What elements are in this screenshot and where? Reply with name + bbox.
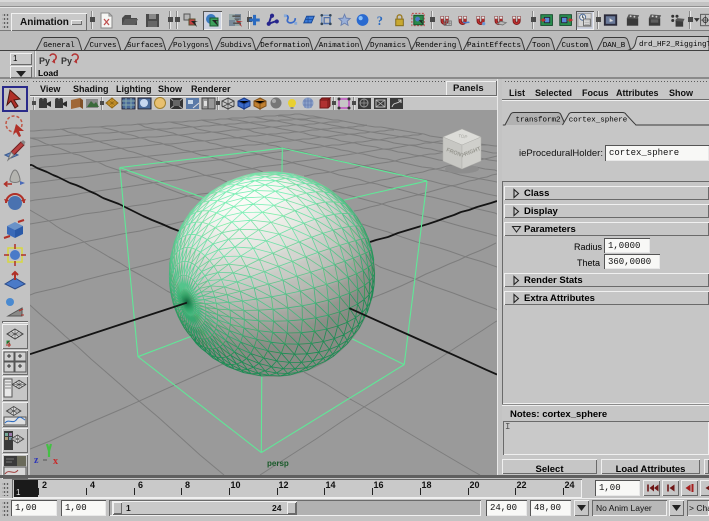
svg-text:Deformation: Deformation <box>260 42 310 50</box>
svg-text:Py: Py <box>39 56 50 66</box>
svg-text:Polygons: Polygons <box>173 42 209 50</box>
svg-text:x: x <box>53 456 58 466</box>
svg-text:cortex_sphere: cortex_sphere <box>569 117 628 125</box>
svg-text:DAN_B: DAN_B <box>603 42 626 50</box>
svg-text:Animation: Animation <box>319 42 360 50</box>
svg-text:transform2: transform2 <box>515 117 560 125</box>
svg-text:Py: Py <box>61 56 72 66</box>
svg-text:Subdivs: Subdivs <box>220 42 252 50</box>
svg-text:Rendering: Rendering <box>416 42 457 50</box>
svg-text:Dynamics: Dynamics <box>370 42 406 50</box>
svg-text:Surfaces: Surfaces <box>127 42 163 50</box>
svg-text:Curves: Curves <box>89 42 116 50</box>
svg-text:PaintEffects: PaintEffects <box>467 42 521 50</box>
svg-text:?: ? <box>377 14 383 28</box>
svg-text:z: z <box>34 455 39 466</box>
svg-text:drd_HF2_RiggingToo: drd_HF2_RiggingToo <box>639 41 709 49</box>
svg-text:Custom: Custom <box>561 42 589 50</box>
svg-text:Toon: Toon <box>532 42 550 50</box>
svg-text:General: General <box>43 42 75 50</box>
